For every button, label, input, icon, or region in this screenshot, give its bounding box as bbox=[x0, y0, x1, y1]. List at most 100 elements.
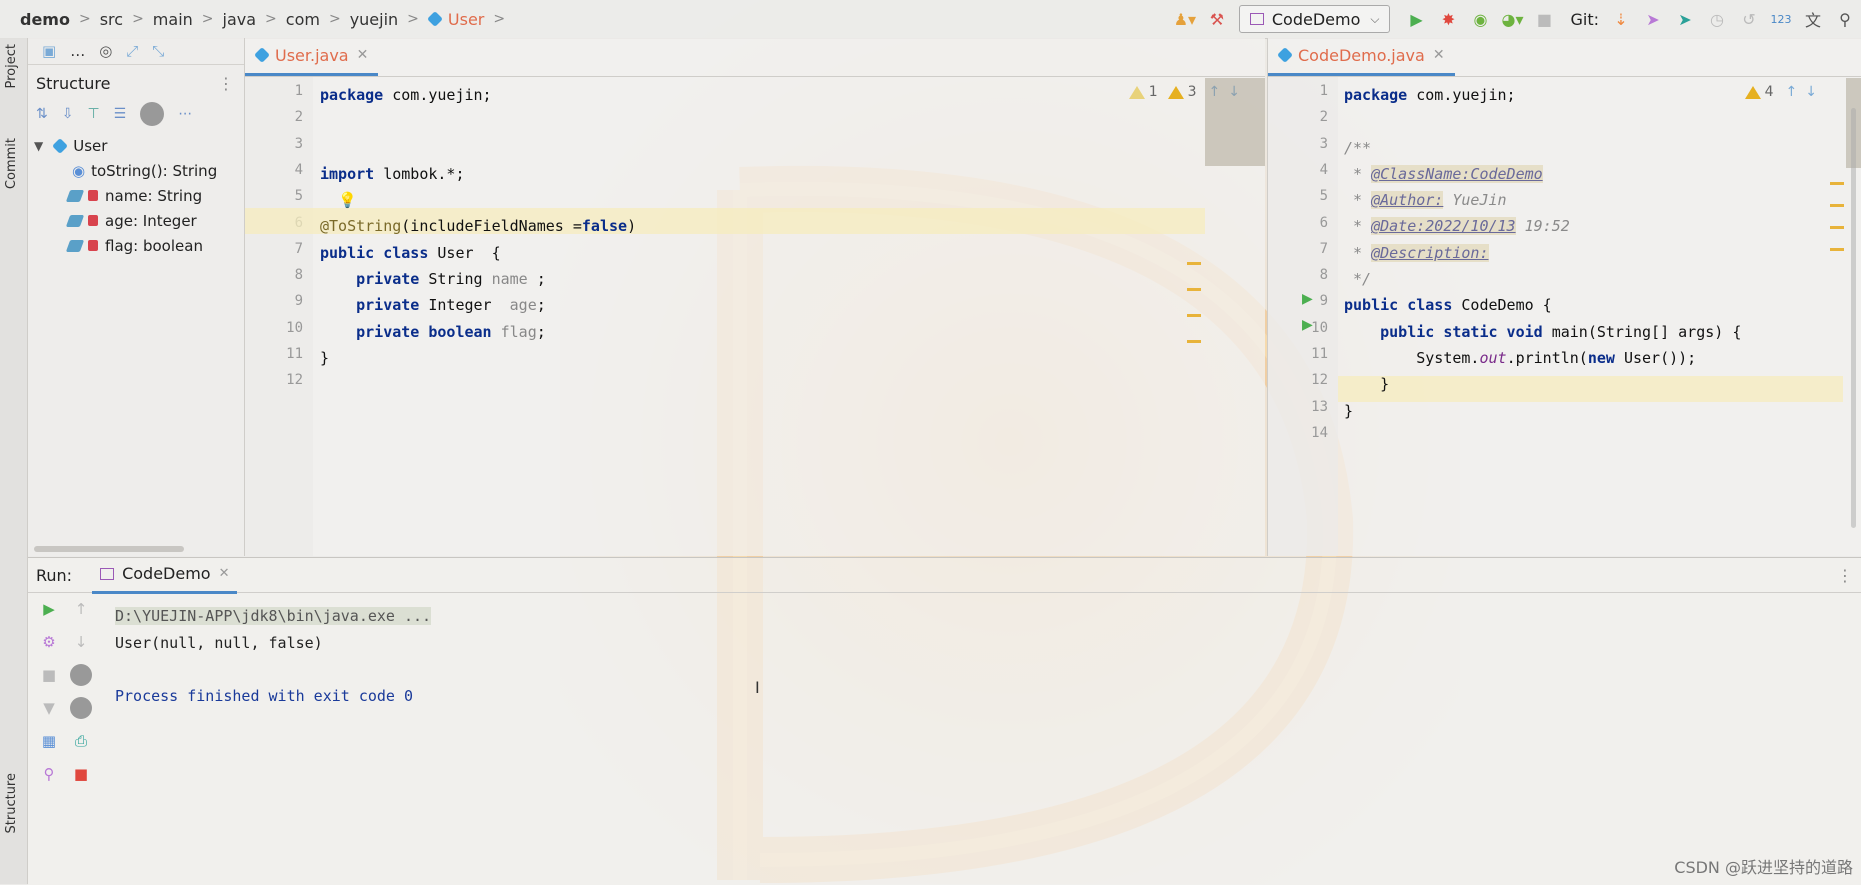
expand-icon[interactable]: ⤢ bbox=[126, 42, 138, 60]
code-line-3: /** bbox=[1344, 138, 1372, 157]
warning-stripe[interactable] bbox=[1187, 288, 1201, 291]
sort-visibility-icon[interactable]: ⇅ bbox=[36, 106, 48, 122]
trash-icon[interactable]: ■ bbox=[70, 763, 92, 785]
target-icon[interactable]: ◎ bbox=[99, 42, 112, 60]
rerun-icon[interactable]: ▶ bbox=[38, 598, 60, 620]
project-panel-more[interactable]: … bbox=[70, 42, 85, 60]
rollback-icon[interactable]: ↺ bbox=[1736, 6, 1762, 32]
run-gutter-icon[interactable]: ▶ bbox=[1302, 317, 1313, 333]
show-lambdas-icon[interactable] bbox=[140, 102, 165, 126]
translate-icon[interactable]: 文 bbox=[1800, 6, 1826, 32]
more-icon[interactable]: ⋯ bbox=[178, 106, 192, 122]
show-inherited-icon[interactable]: ⊤ bbox=[87, 106, 99, 122]
tree-item-flag[interactable]: flag: boolean bbox=[28, 233, 244, 258]
warning-stripe[interactable] bbox=[1830, 226, 1844, 229]
scroll-to-end-icon[interactable] bbox=[70, 697, 92, 719]
git-push-icon[interactable]: ➤ bbox=[1672, 6, 1698, 32]
tree-root-label: User bbox=[73, 136, 108, 155]
profile-icon[interactable]: ◕▾ bbox=[1499, 6, 1525, 32]
tab-user-java[interactable]: User.java ✕ bbox=[245, 37, 379, 76]
prev-issue-icon[interactable]: ↑ bbox=[1786, 84, 1798, 100]
sort-alpha-icon[interactable]: ⇩ bbox=[62, 106, 74, 122]
close-icon[interactable]: ✕ bbox=[219, 566, 230, 581]
code-line-4: * @ClassName:CodeDemo bbox=[1344, 164, 1543, 183]
line-number: 9 bbox=[294, 293, 303, 310]
stop-icon[interactable]: ■ bbox=[1531, 6, 1557, 32]
tab-codedemo-java[interactable]: CodeDemo.java ✕ bbox=[1268, 37, 1455, 76]
settings-icon[interactable]: ⚙ bbox=[38, 631, 60, 653]
pin-icon[interactable]: ⚲ bbox=[38, 763, 60, 785]
inspection-widget[interactable]: 4 ↑ ↓ bbox=[1744, 84, 1817, 100]
options-icon[interactable]: ⋮ bbox=[1837, 566, 1853, 585]
line-number: 12 bbox=[286, 372, 303, 389]
git-update-icon[interactable]: ⇣ bbox=[1608, 6, 1634, 32]
field-icon bbox=[65, 214, 85, 227]
next-issue-icon[interactable]: ↓ bbox=[1805, 84, 1817, 100]
soft-wrap-icon[interactable] bbox=[70, 664, 92, 686]
print-icon[interactable]: ⎙ bbox=[70, 730, 92, 752]
warning-stripe[interactable] bbox=[1830, 182, 1844, 185]
up-icon[interactable]: ↑ bbox=[70, 598, 92, 620]
code-line-12: } bbox=[1344, 375, 1390, 394]
code-line-11: } bbox=[320, 348, 330, 367]
chevron-down-icon[interactable]: ▼ bbox=[34, 139, 43, 153]
structure-tool-tab[interactable]: Structure bbox=[4, 773, 19, 833]
close-icon[interactable]: ✕ bbox=[357, 47, 369, 63]
tree-item-tostring[interactable]: ◉ toString(): String bbox=[28, 158, 244, 183]
line-number: 10 bbox=[286, 319, 303, 336]
breadcrumb-item-com[interactable]: com bbox=[286, 10, 320, 29]
project-tool-tab[interactable]: Project bbox=[4, 44, 19, 88]
warning-stripe[interactable] bbox=[1187, 340, 1201, 343]
run-tab-codedemo[interactable]: CodeDemo ✕ bbox=[92, 557, 238, 594]
breadcrumb-item-yuejin[interactable]: yuejin bbox=[350, 10, 398, 29]
code-area-left[interactable]: package com.yuejin; import lombok.*; 💡 @… bbox=[320, 82, 636, 371]
breadcrumb-item-java[interactable]: java bbox=[223, 10, 257, 29]
warning-stripe[interactable] bbox=[1187, 262, 1201, 265]
line-number: 4 bbox=[294, 161, 303, 178]
console-exit-message: Process finished with exit code 0 bbox=[115, 686, 414, 705]
tab-label: CodeDemo.java bbox=[1298, 45, 1425, 65]
minimap[interactable] bbox=[1205, 78, 1265, 166]
warning-stripe[interactable] bbox=[1830, 248, 1844, 251]
options-icon[interactable]: ⋮ bbox=[218, 74, 234, 93]
build-hammer-icon[interactable]: ⚒ bbox=[1204, 6, 1230, 32]
bulb-icon[interactable]: 💡 bbox=[320, 191, 357, 209]
code-line-13: } bbox=[1344, 401, 1354, 420]
horizontal-scrollbar[interactable] bbox=[34, 546, 184, 552]
translate-numbers-icon[interactable]: 123 bbox=[1768, 6, 1794, 32]
tree-item-label: flag: boolean bbox=[105, 236, 203, 255]
tree-item-age[interactable]: age: Integer bbox=[28, 208, 244, 233]
breadcrumb-item-project[interactable]: demo bbox=[20, 10, 70, 29]
run-configuration-select[interactable]: CodeDemo ⌵ bbox=[1238, 5, 1391, 33]
git-commit-icon[interactable]: ➤ bbox=[1640, 6, 1666, 32]
search-icon[interactable]: ⚲ bbox=[1832, 6, 1858, 32]
code-area-right[interactable]: package com.yuejin; /** * @ClassName:Cod… bbox=[1344, 82, 1741, 424]
vertical-scrollbar[interactable] bbox=[1851, 108, 1856, 528]
project-panel-icon[interactable]: ▣ bbox=[42, 42, 56, 60]
coverage-icon[interactable]: ◉ bbox=[1467, 6, 1493, 32]
tree-item-name[interactable]: name: String bbox=[28, 183, 244, 208]
close-icon[interactable]: ✕ bbox=[1433, 47, 1445, 63]
method-icon: ◉ bbox=[72, 161, 86, 180]
commit-tool-tab[interactable]: Commit bbox=[4, 138, 19, 189]
breadcrumb-item-user[interactable]: User bbox=[448, 10, 484, 29]
layout-icon[interactable]: ▦ bbox=[38, 730, 60, 752]
debug-icon[interactable]: ✸ bbox=[1435, 6, 1461, 32]
user-icon[interactable]: ♟▾ bbox=[1172, 6, 1198, 32]
down-icon[interactable]: ↓ bbox=[70, 631, 92, 653]
run-icon[interactable]: ▶ bbox=[1403, 6, 1429, 32]
code-line-6: * @Date:2022/10/13 19:52 bbox=[1344, 217, 1570, 236]
run-gutter-icon[interactable]: ▶ bbox=[1302, 291, 1313, 307]
collapse-icon[interactable]: ⤡ bbox=[152, 42, 164, 60]
tree-item-label: age: Integer bbox=[105, 211, 197, 230]
stop-icon[interactable]: ■ bbox=[38, 664, 60, 686]
restore-layout-icon[interactable]: ▼ bbox=[38, 697, 60, 719]
show-fields-icon[interactable]: ☰ bbox=[114, 106, 127, 122]
breadcrumb-item-src[interactable]: src bbox=[100, 10, 123, 29]
breadcrumb-item-main[interactable]: main bbox=[153, 10, 193, 29]
warning-stripe[interactable] bbox=[1187, 314, 1201, 317]
console-output[interactable]: D:\YUEJIN-APP\jdk8\bin\java.exe ... User… bbox=[115, 603, 432, 709]
warning-stripe[interactable] bbox=[1830, 204, 1844, 207]
tree-root-user[interactable]: ▼ User bbox=[28, 133, 244, 158]
history-icon[interactable]: ◷ bbox=[1704, 6, 1730, 32]
